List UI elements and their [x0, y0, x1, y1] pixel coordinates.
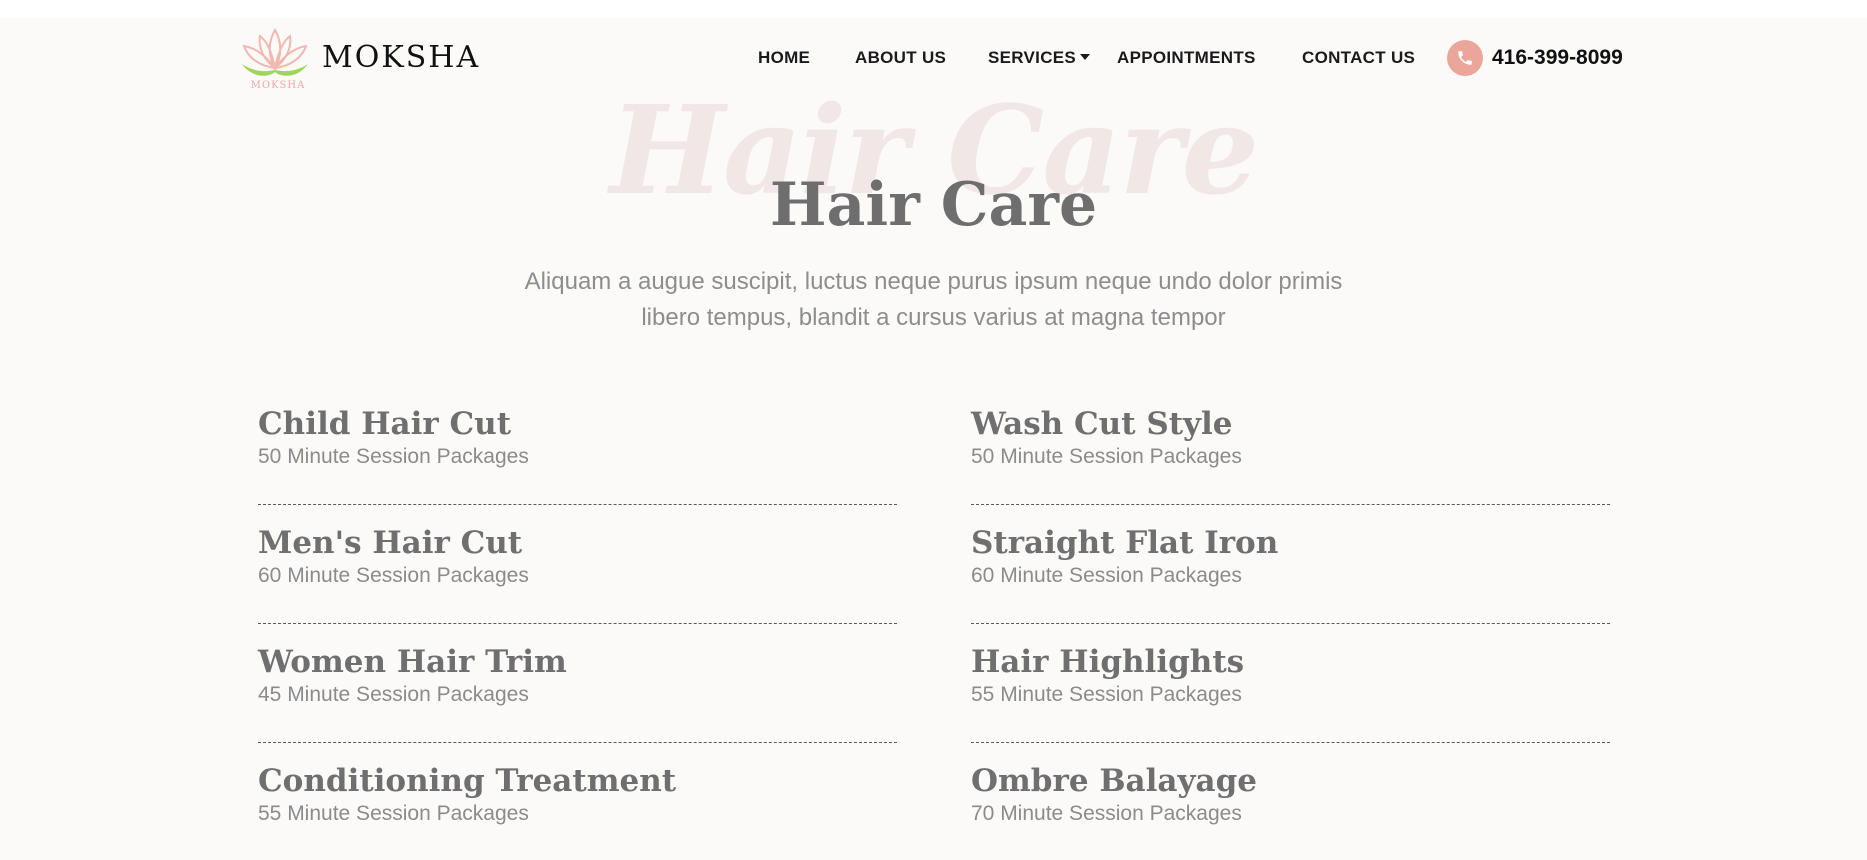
phone-icon — [1447, 40, 1483, 76]
divider — [258, 742, 897, 743]
service-name: Hair Highlights — [971, 644, 1245, 680]
divider — [971, 742, 1610, 743]
service-duration: 50 Minute Session Packages — [971, 445, 1242, 468]
service-item: Straight Flat Iron 60 Minute Session Pac… — [971, 523, 1610, 588]
service-item: Women Hair Trim 45 Minute Session Packag… — [258, 642, 897, 707]
service-name: Wash Cut Style — [971, 406, 1233, 442]
service-item: Men's Hair Cut 60 Minute Session Package… — [258, 523, 897, 588]
service-item: Conditioning Treatment 55 Minute Session… — [258, 761, 897, 826]
divider — [258, 504, 897, 505]
nav-home[interactable]: HOME — [758, 48, 810, 68]
service-item: Child Hair Cut 50 Minute Session Package… — [258, 404, 897, 469]
divider — [971, 623, 1610, 624]
phone-number[interactable]: 416-399-8099 — [1492, 46, 1623, 70]
divider — [971, 504, 1610, 505]
nav-about-us[interactable]: ABOUT US — [855, 48, 946, 68]
service-duration: 70 Minute Session Packages — [971, 802, 1242, 825]
top-strip — [0, 0, 1867, 18]
service-duration: 45 Minute Session Packages — [258, 683, 529, 706]
service-name: Women Hair Trim — [258, 644, 567, 680]
page-title: Hair Care — [769, 170, 1098, 240]
service-name: Ombre Balayage — [971, 763, 1257, 799]
chevron-down-icon — [1080, 54, 1091, 60]
nav-appointments[interactable]: APPOINTMENTS — [1117, 48, 1256, 68]
page-subtitle: Aliquam a augue suscipit, luctus neque p… — [524, 268, 1343, 331]
nav-services-label: SERVICES — [988, 48, 1077, 67]
service-duration: 60 Minute Session Packages — [258, 564, 529, 587]
service-duration: 50 Minute Session Packages — [258, 445, 529, 468]
service-name: Men's Hair Cut — [258, 525, 523, 561]
brand-name[interactable]: MOKSHA — [322, 40, 480, 75]
service-duration: 55 Minute Session Packages — [971, 683, 1242, 706]
nav-contact-us[interactable]: CONTACT US — [1302, 48, 1415, 68]
service-duration: 60 Minute Session Packages — [971, 564, 1242, 587]
service-name: Straight Flat Iron — [971, 525, 1279, 561]
service-duration: 55 Minute Session Packages — [258, 802, 529, 825]
nav-services[interactable]: SERVICES — [988, 48, 1091, 68]
service-name: Child Hair Cut — [258, 406, 512, 442]
divider — [258, 623, 897, 624]
service-item: Wash Cut Style 50 Minute Session Package… — [971, 404, 1610, 469]
service-name: Conditioning Treatment — [258, 763, 677, 799]
service-item: Ombre Balayage 70 Minute Session Package… — [971, 761, 1610, 826]
service-item: Hair Highlights 55 Minute Session Packag… — [971, 642, 1610, 707]
